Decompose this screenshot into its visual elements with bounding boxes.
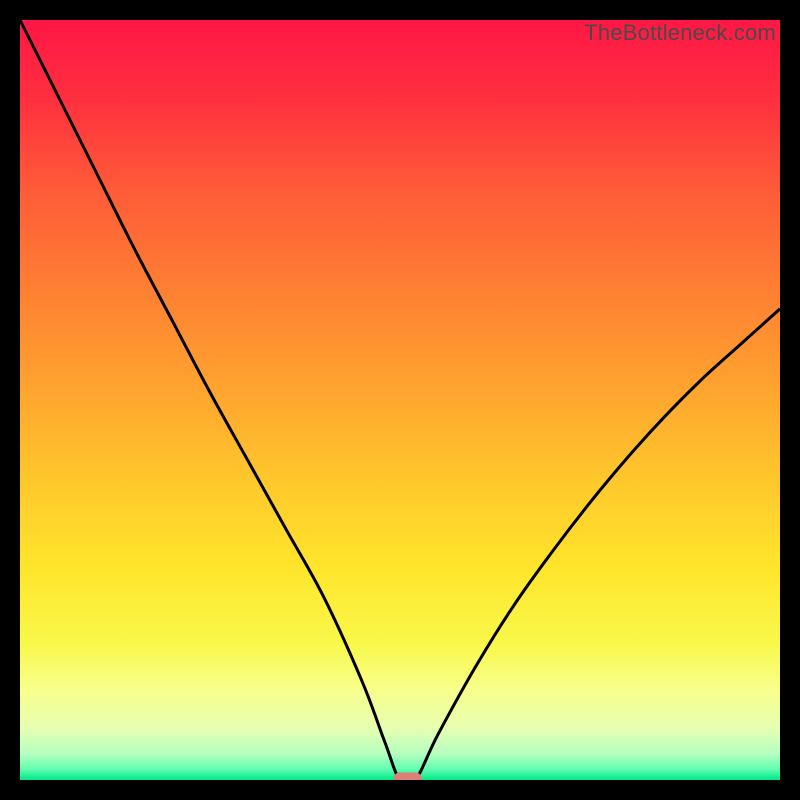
watermark-text: TheBottleneck.com <box>584 20 776 46</box>
optimal-point-marker <box>394 773 422 781</box>
gradient-background <box>20 20 780 780</box>
bottleneck-chart <box>20 20 780 780</box>
chart-frame: TheBottleneck.com <box>20 20 780 780</box>
